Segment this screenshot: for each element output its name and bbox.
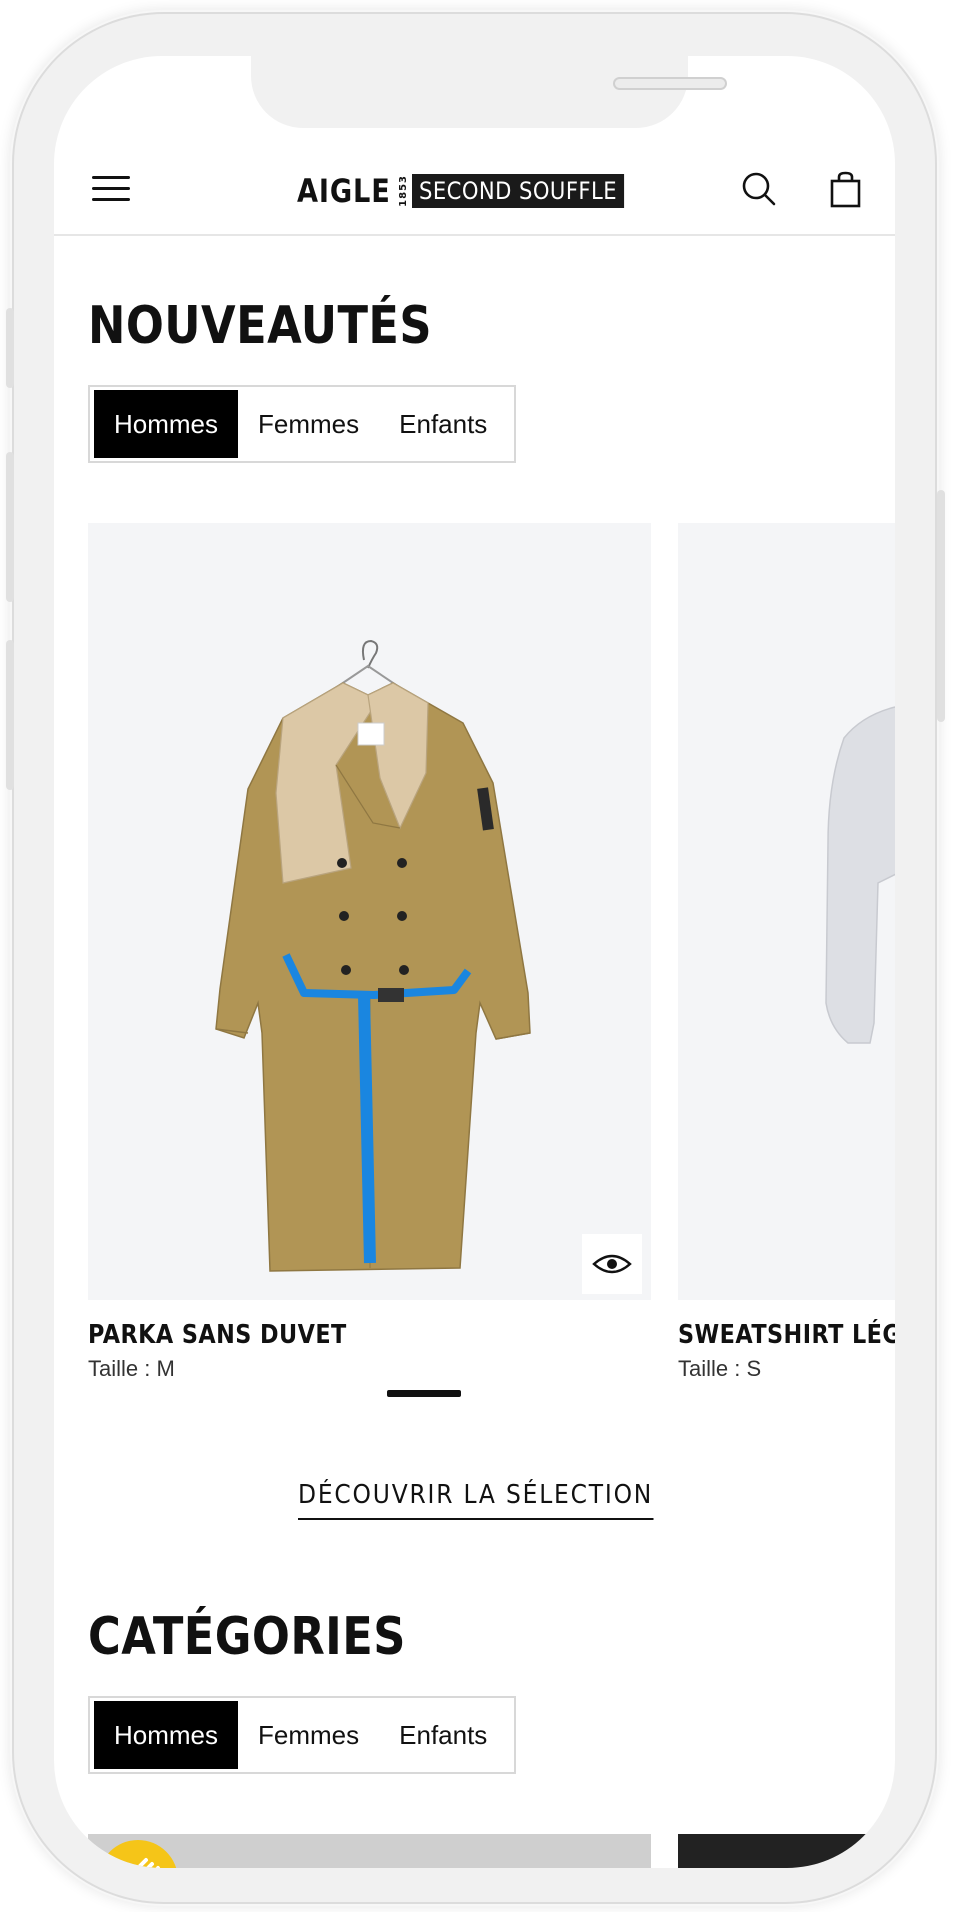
gender-tabs-categories: Hommes Femmes Enfants — [88, 1696, 516, 1774]
product-size: Taille : M — [88, 1356, 175, 1381]
tab-hommes[interactable]: Hommes — [94, 390, 239, 458]
tab-enfants[interactable]: Enfants — [379, 390, 507, 458]
product-size: Taille : S — [678, 1356, 762, 1381]
product-name[interactable]: SWEATSHIRT LÉGER — [678, 1320, 895, 1350]
tab-femmes[interactable]: Femmes — [238, 390, 379, 458]
shopping-bag-icon[interactable] — [826, 170, 866, 210]
sweatshirt-illustration — [825, 706, 895, 1044]
phone-volume-up-button — [6, 452, 14, 602]
phone-mute-switch — [6, 308, 14, 388]
brand-logo[interactable]: AIGLE 1853 SECOND SOUFFLE — [297, 172, 653, 210]
logo-tagline-text: SECOND SOUFFLE — [412, 174, 625, 208]
parka-coat-illustration — [215, 639, 531, 1272]
category-image-1[interactable] — [88, 1834, 651, 1868]
eye-icon — [592, 1254, 632, 1274]
phone-notch — [251, 56, 727, 128]
tab-enfants[interactable]: Enfants — [379, 1701, 507, 1769]
tab-femmes[interactable]: Femmes — [238, 1701, 379, 1769]
search-icon[interactable] — [739, 170, 779, 210]
phone-screen: AIGLE 1853 SECOND SOUFFLE NOUVEAUTÉS Hom… — [54, 56, 895, 1868]
product-image-parka[interactable] — [88, 523, 651, 1300]
gender-tabs-nouveautes: Hommes Femmes Enfants — [88, 385, 516, 463]
category-image-2[interactable] — [678, 1834, 895, 1868]
hamburger-menu-icon[interactable] — [92, 172, 132, 204]
phone-power-button — [937, 490, 945, 722]
site-header: AIGLE 1853 SECOND SOUFFLE — [54, 146, 895, 236]
logo-year-text: 1853 — [398, 175, 409, 207]
logo-brand-text: AIGLE — [297, 172, 391, 210]
quick-view-button[interactable] — [582, 1234, 642, 1294]
product-image-sweatshirt[interactable] — [678, 523, 895, 1300]
section-title-categories: CATÉGORIES — [88, 1607, 406, 1667]
section-title-nouveautes: NOUVEAUTÉS — [88, 296, 433, 356]
tab-hommes[interactable]: Hommes — [94, 1701, 239, 1769]
product-name[interactable]: PARKA SANS DUVET — [88, 1320, 347, 1350]
phone-volume-down-button — [6, 640, 14, 790]
carousel-pagination-indicator[interactable] — [387, 1390, 461, 1397]
discover-selection-link[interactable]: DÉCOUVRIR LA SÉLECTION — [298, 1480, 654, 1520]
category-badge-icon — [99, 1840, 177, 1868]
phone-speaker — [613, 77, 727, 90]
